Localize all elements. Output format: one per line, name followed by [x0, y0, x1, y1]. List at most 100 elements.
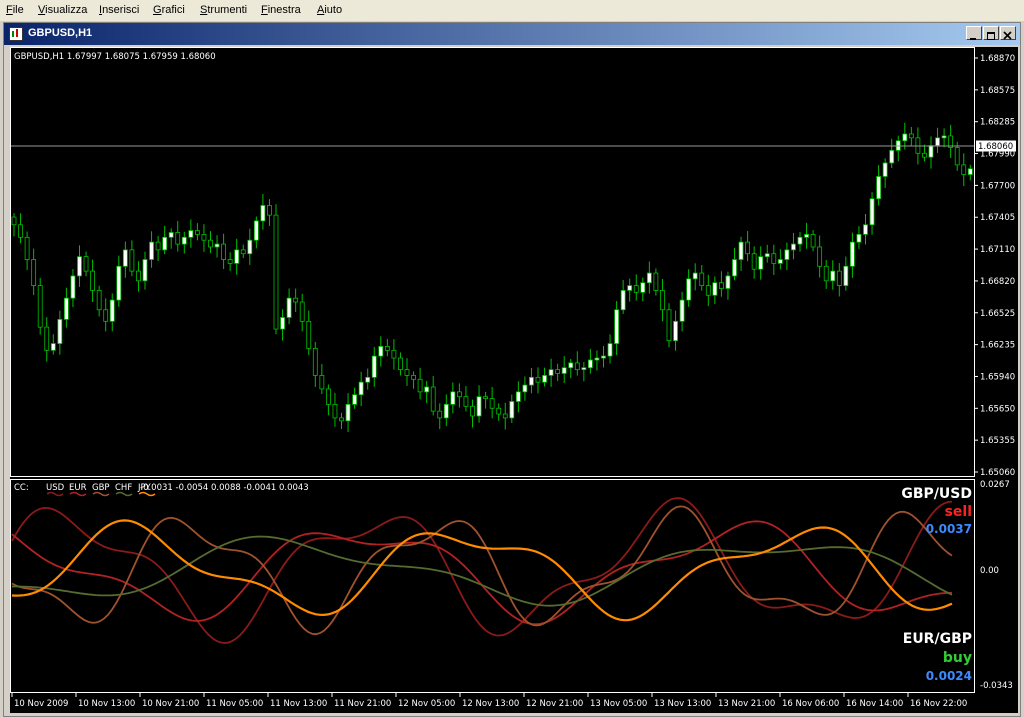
candle-body: [24, 236, 30, 260]
candle-body: [882, 162, 888, 177]
price-chart-header: GBPUSD,H1 1.67997 1.68075 1.67959 1.6806…: [14, 52, 216, 62]
candle-body: [954, 147, 960, 166]
candle-body: [332, 403, 338, 419]
candle-body: [777, 259, 783, 264]
pair2-value: 0.0024: [926, 669, 972, 683]
candle-body: [620, 290, 626, 311]
candle-body: [221, 243, 227, 260]
legend-label-gbp: GBP: [92, 483, 110, 493]
candle-body: [588, 359, 593, 369]
candle-body: [515, 391, 521, 402]
candle-body: [345, 403, 351, 422]
menu-aiuto[interactable]: Aiuto: [317, 4, 342, 16]
candle-body: [791, 243, 796, 251]
candle-body: [450, 391, 456, 405]
candle-body: [810, 234, 816, 248]
candle-body: [679, 299, 685, 322]
candle-body: [77, 256, 82, 277]
candle-body: [483, 396, 489, 400]
candle-body: [836, 270, 842, 287]
candle-body: [535, 376, 541, 383]
candle-body: [116, 265, 122, 301]
candle-body: [594, 357, 600, 361]
time-tick-label: 13 Nov 21:00: [718, 699, 775, 709]
window-titlebar[interactable]: GBPUSD,H1: [4, 23, 1020, 45]
maximize-button[interactable]: [983, 26, 999, 40]
pair2-name: EUR/GBP: [903, 631, 972, 647]
candle-body: [247, 239, 253, 255]
time-tick-label: 16 Nov 14:00: [846, 699, 903, 709]
candle-body: [686, 278, 692, 301]
time-tick-label: 10 Nov 21:00: [142, 699, 199, 709]
candle-body: [96, 290, 102, 311]
indicator-tick-label: 0.00: [980, 566, 999, 576]
menu-file[interactable]: File: [6, 4, 24, 16]
candle-body: [601, 355, 606, 359]
candle-body: [908, 133, 914, 139]
price-tick-label: 1.68285: [980, 118, 1015, 128]
candle-body: [823, 265, 829, 282]
candle-body: [863, 224, 868, 235]
candle-body: [941, 135, 947, 139]
close-button[interactable]: [1000, 26, 1016, 40]
legend-label-chf: CHF: [115, 483, 132, 493]
candle-body: [306, 320, 312, 349]
candle-body: [555, 369, 561, 374]
candle-body: [253, 220, 259, 241]
candle-body: [738, 241, 744, 260]
candle-body: [162, 236, 168, 251]
strength-line-gbp: [11, 505, 953, 636]
pair2-signal: buy: [943, 650, 972, 666]
candle-body: [850, 241, 855, 267]
candle-body: [876, 176, 881, 200]
price-tick-label: 1.65355: [980, 436, 1015, 446]
minimize-button[interactable]: [966, 26, 982, 40]
candle-body: [456, 391, 462, 398]
candle-body: [561, 367, 567, 374]
candle-body: [751, 253, 757, 270]
candle-body: [136, 270, 141, 282]
chart-canvas[interactable]: 1.688701.685751.682851.679901.677001.674…: [10, 47, 1018, 713]
price-tick-label: 1.65060: [980, 468, 1015, 478]
candle-body: [764, 253, 770, 258]
candle-body: [902, 133, 908, 142]
menu-grafici[interactable]: Grafici: [153, 4, 185, 16]
time-tick-label: 12 Nov 05:00: [398, 699, 455, 709]
candle-body: [286, 297, 292, 318]
candle-body: [424, 386, 430, 393]
last-price-label: 1.68060: [978, 142, 1013, 152]
time-tick-label: 12 Nov 21:00: [526, 699, 583, 709]
price-tick-label: 1.65650: [980, 404, 1015, 414]
candle-body: [804, 234, 809, 238]
indicator-tick-label: -0.0343: [980, 681, 1013, 691]
candle-body: [666, 309, 672, 342]
candle-body: [646, 272, 652, 284]
candle-body: [280, 317, 285, 330]
menu-finestra[interactable]: Finestra: [261, 4, 301, 16]
minimize-icon: [970, 38, 976, 40]
indicator-values: -0.0031 -0.0054 0.0088 -0.0041 0.0043: [140, 483, 309, 493]
candle-body: [653, 272, 659, 291]
candle-body: [378, 346, 384, 357]
candle-body: [365, 376, 371, 383]
candle-body: [384, 346, 390, 351]
candle-body: [31, 259, 37, 287]
candle-body: [50, 343, 56, 351]
time-tick-label: 11 Nov 21:00: [334, 699, 391, 709]
candle-body: [299, 301, 305, 322]
menu-inserisci[interactable]: Inserisci: [99, 4, 139, 16]
menu-visualizza[interactable]: Visualizza: [38, 4, 87, 16]
candle-body: [103, 309, 109, 322]
candle-body: [417, 378, 423, 393]
price-tick-label: 1.66820: [980, 277, 1015, 287]
price-tick-label: 1.67700: [980, 181, 1015, 191]
candle-body: [869, 198, 875, 226]
time-tick-label: 16 Nov 22:00: [910, 699, 967, 709]
chart-area[interactable]: 1.68870 1.68575 1.68285 1.67990 1.67700 1.674…: [10, 47, 1018, 713]
candle-body: [64, 297, 69, 320]
menu-strumenti[interactable]: Strumenti: [200, 4, 247, 16]
candle-body: [260, 205, 266, 222]
candle-body: [784, 249, 790, 260]
candle-body: [227, 259, 233, 264]
candle-body: [581, 367, 587, 371]
